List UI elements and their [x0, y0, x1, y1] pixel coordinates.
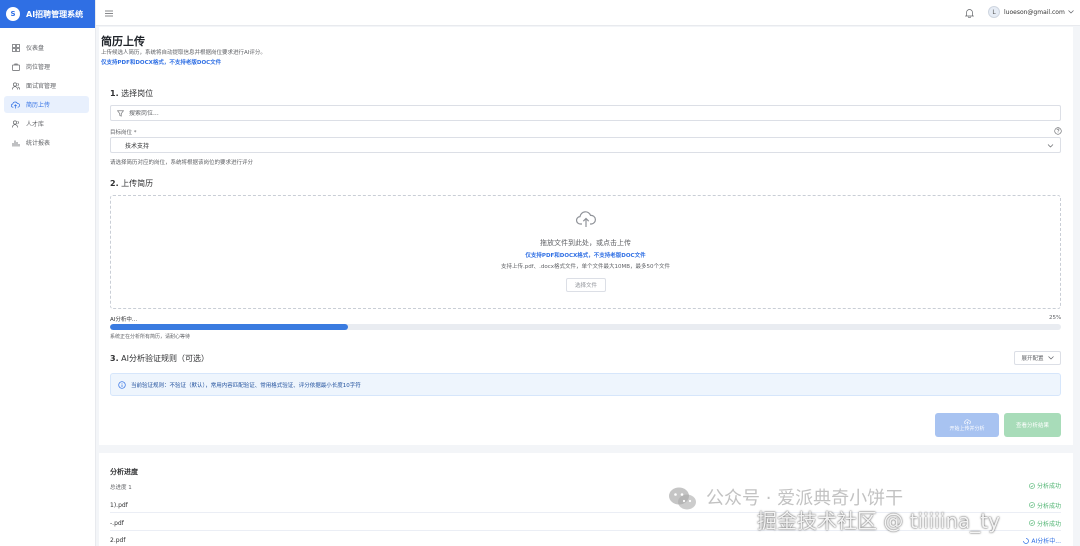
file-name: -.pdf — [110, 519, 124, 527]
sidebar-item-reports[interactable]: 统计报表 — [4, 134, 89, 151]
bell-icon[interactable] — [964, 7, 975, 18]
file-status-text: 分析成功 — [1036, 483, 1061, 490]
user-email: luoeson@gmail.com — [1004, 8, 1065, 16]
validation-info: 当前验证规则：不验证（默认），常用内容匹配验证、常用格式验证、评分依据最小长度1… — [110, 373, 1061, 396]
top-header: L luoeson@gmail.com — [96, 0, 1080, 26]
format-warning: 仅支持PDF和DOCX格式，不支持老版DOC文件 — [101, 60, 222, 66]
people-icon — [11, 119, 20, 128]
check-circle-icon — [1029, 482, 1035, 489]
sidebar: S AI招聘管理系统 仪表盘 岗位管理 面试官管理 简历上传 人才库 统计报表 — [0, 0, 96, 546]
chevron-down-icon — [1068, 10, 1074, 14]
file-status-text: 分析成功 — [1036, 502, 1061, 510]
view-results-button[interactable]: 查看分析结果 — [1004, 413, 1061, 437]
watermark-line2: 掘金技术社区 @ tiiiiina_ty — [757, 509, 1000, 533]
file-name: 1).pdf — [110, 501, 128, 509]
sidebar-item-jobs[interactable]: 岗位管理 — [4, 58, 89, 75]
info-icon — [118, 380, 126, 389]
step3-title: 3. AI分析验证规则（可选） — [110, 353, 209, 364]
check-circle-icon — [1029, 502, 1035, 508]
analysis-title: 分析进度 — [110, 468, 138, 476]
chevron-down-icon — [1047, 144, 1054, 148]
step3-title-text: AI分析验证规则（可选） — [121, 354, 209, 363]
brand[interactable]: S AI招聘管理系统 — [0, 0, 95, 28]
progress-bar — [110, 324, 1061, 330]
job-search-input[interactable] — [129, 109, 529, 117]
file-status-text: 分析成功 — [1036, 520, 1061, 528]
dropzone-note: 支持上传.pdf、.docx格式文件，单个文件最大10MB，最多50个文件 — [500, 264, 671, 270]
step1-title: 1. 选择岗位 — [110, 88, 153, 99]
sidebar-item-label: 岗位管理 — [26, 64, 51, 71]
wechat-icon — [669, 487, 696, 510]
step2-title-text: 上传简历 — [121, 179, 154, 188]
check-circle-icon — [1029, 520, 1035, 526]
sidebar-item-dashboard[interactable]: 仪表盘 — [4, 39, 89, 56]
filter-icon — [117, 110, 124, 117]
table-row: 2.pdf AI分析中... — [110, 533, 1061, 546]
file-status: AI分析中... — [1023, 536, 1061, 545]
cloud-upload-icon — [11, 100, 20, 109]
loading-icon — [1023, 537, 1030, 544]
expand-config-button[interactable]: 展开配置 — [1014, 351, 1061, 365]
file-name: 2.pdf — [110, 537, 126, 544]
briefcase-icon — [11, 62, 20, 71]
help-icon[interactable] — [1054, 127, 1062, 135]
sidebar-nav: 仪表盘 岗位管理 面试官管理 简历上传 人才库 统计报表 — [0, 28, 95, 151]
page-description: 上传候选人简历，系统将自动提取信息并根据岗位要求进行AI评分。 — [101, 50, 266, 56]
dropzone-warning: 仅支持PDF和DOCX格式，不支持老版DOC文件 — [525, 253, 646, 259]
target-job-select[interactable]: 技术支持 — [110, 137, 1061, 153]
menu-toggle-icon[interactable] — [104, 8, 114, 18]
cloud-upload-icon — [576, 211, 596, 227]
sidebar-item-talent-pool[interactable]: 人才库 — [4, 115, 89, 132]
app-logo: S — [6, 7, 20, 21]
step2-number: 2. — [110, 179, 119, 188]
progress-label: AI分析中... — [110, 317, 138, 323]
step1-title-text: 选择岗位 — [121, 89, 154, 98]
sidebar-item-label: 统计报表 — [26, 140, 51, 147]
start-analysis-label: 开始上传并分析 — [949, 425, 985, 432]
dropzone-text: 拖放文件到此处，或点击上传 — [540, 239, 631, 247]
start-analysis-button[interactable]: 开始上传并分析 — [935, 413, 999, 437]
select-file-button[interactable]: 选择文件 — [566, 278, 606, 292]
report-icon — [11, 138, 20, 147]
sidebar-item-interviewers[interactable]: 面试官管理 — [4, 77, 89, 94]
app-name: AI招聘管理系统 — [26, 9, 84, 19]
target-job-value: 技术支持 — [125, 142, 150, 150]
file-status: 分析成功 — [1029, 501, 1061, 510]
progress-hint: 系统正在分析所有简历，请耐心等待 — [110, 334, 191, 340]
sidebar-item-label: 面试官管理 — [26, 83, 57, 90]
chevron-down-icon — [1047, 356, 1054, 360]
validation-info-text: 当前验证规则：不验证（默认），常用内容匹配验证、常用格式验证、评分依据最小长度1… — [131, 382, 361, 389]
sidebar-item-label: 简历上传 — [26, 102, 51, 109]
step3-number: 3. — [110, 354, 119, 363]
file-status: 分析成功 — [1029, 519, 1061, 528]
user-menu[interactable]: L luoeson@gmail.com — [988, 6, 1074, 18]
step2-title: 2. 上传简历 — [110, 178, 153, 189]
job-hint: 请选择简历对应的岗位，系统将根据该岗位的要求进行评分 — [110, 160, 254, 166]
expand-config-label: 展开配置 — [1021, 356, 1044, 362]
job-search[interactable] — [110, 105, 1061, 121]
dashboard-icon — [11, 43, 20, 52]
sidebar-item-label: 人才库 — [26, 121, 45, 128]
users-icon — [11, 81, 20, 90]
progress-percent: 25% — [1049, 315, 1062, 321]
table-row: 分析成功 — [110, 477, 1061, 492]
page-title: 简历上传 — [101, 35, 145, 48]
file-dropzone[interactable]: 拖放文件到此处，或点击上传 仅支持PDF和DOCX格式，不支持老版DOC文件 支… — [110, 195, 1061, 309]
progress-fill — [110, 324, 348, 330]
target-job-label: 目标岗位 * — [110, 130, 137, 136]
step1-number: 1. — [110, 89, 119, 98]
sidebar-item-label: 仪表盘 — [26, 45, 45, 52]
avatar: L — [988, 6, 1000, 18]
file-status: 分析成功 — [1029, 481, 1061, 490]
upload-card: 简历上传 上传候选人简历，系统将自动提取信息并根据岗位要求进行AI评分。 仅支持… — [99, 27, 1073, 445]
sidebar-item-resume-upload[interactable]: 简历上传 — [4, 96, 89, 113]
file-status-text: AI分析中... — [1031, 538, 1061, 545]
